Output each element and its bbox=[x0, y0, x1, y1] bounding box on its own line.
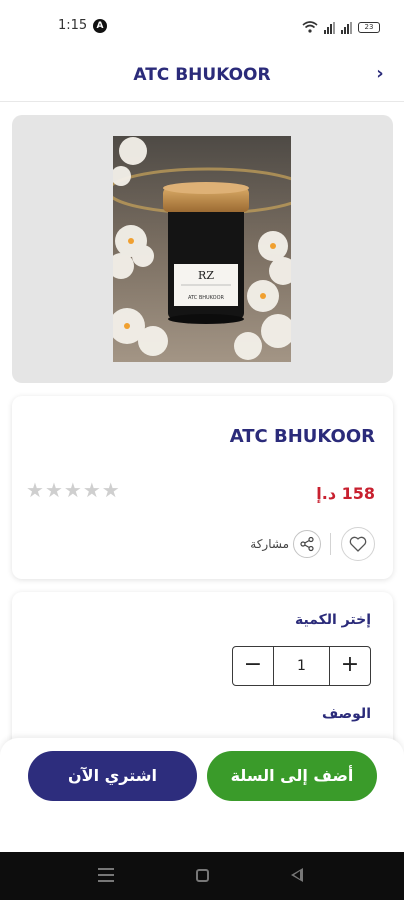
battery-icon: 23 bbox=[358, 22, 380, 33]
signal-icon bbox=[324, 21, 335, 34]
bottom-action-bar: أضف إلى السلة اشتري الآن bbox=[0, 738, 404, 852]
signal-icon bbox=[341, 21, 352, 34]
product-info-card: ATC BHUKOOR 158 د.إ ★ ★ ★ ★ ★ مشاركة bbox=[12, 396, 393, 579]
star-icon: ★ bbox=[63, 478, 82, 502]
image-product-text: ATC BHUKOOR bbox=[188, 295, 225, 301]
recent-apps-icon[interactable] bbox=[98, 868, 114, 882]
app-header: ATC BHUKOOR › bbox=[0, 52, 404, 102]
status-bar: 1:15 A 23 bbox=[0, 0, 404, 52]
description-label: الوصف bbox=[321, 706, 371, 722]
product-image: RZ ATC BHUKOOR bbox=[113, 136, 291, 362]
quantity-value[interactable]: 1 bbox=[273, 647, 330, 685]
add-to-cart-button[interactable]: أضف إلى السلة bbox=[207, 751, 377, 801]
chevron-right-icon[interactable]: › bbox=[370, 64, 390, 84]
system-nav-bar bbox=[0, 852, 404, 900]
back-icon[interactable] bbox=[291, 868, 303, 882]
image-brand-text: RZ bbox=[198, 269, 214, 282]
share-label[interactable]: مشاركة bbox=[250, 537, 289, 551]
increment-button[interactable]: + bbox=[330, 647, 370, 685]
decrement-button[interactable]: − bbox=[233, 647, 273, 685]
star-icon: ★ bbox=[44, 478, 63, 502]
star-icon: ★ bbox=[82, 478, 101, 502]
notification-icon: A bbox=[93, 19, 107, 33]
star-icon: ★ bbox=[101, 478, 120, 502]
home-icon[interactable] bbox=[196, 869, 209, 882]
status-time: 1:15 bbox=[58, 18, 88, 33]
quantity-label: إختر الكمية bbox=[295, 612, 371, 628]
page-title: ATC BHUKOOR bbox=[133, 65, 271, 85]
divider bbox=[330, 533, 331, 555]
wifi-icon bbox=[302, 18, 318, 37]
product-price: 158 د.إ bbox=[316, 484, 375, 503]
heart-icon bbox=[349, 536, 367, 552]
product-name: ATC BHUKOOR bbox=[229, 426, 375, 447]
quantity-stepper: − 1 + bbox=[232, 646, 371, 686]
favorite-button[interactable] bbox=[341, 527, 375, 561]
star-icon: ★ bbox=[26, 478, 44, 502]
rating-stars: ★ ★ ★ ★ ★ bbox=[26, 480, 120, 500]
status-icons: 23 bbox=[302, 18, 380, 37]
share-button[interactable] bbox=[293, 530, 321, 558]
share-icon bbox=[300, 536, 314, 552]
buy-now-button[interactable]: اشتري الآن bbox=[28, 751, 197, 801]
